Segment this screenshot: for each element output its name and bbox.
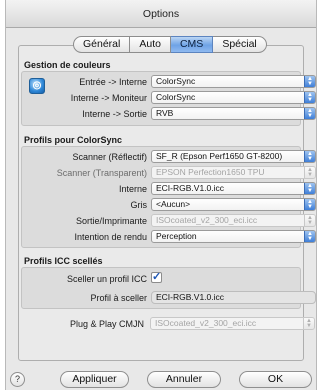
popup-value: EPSON Perfection1650 TPU <box>156 167 265 177</box>
popup-value: ISOcoated_v2_300_eci.icc <box>155 318 257 328</box>
popup-arrows-icon: ▲ ▼ <box>304 92 315 103</box>
popup-arrows-icon: ▲ ▼ <box>304 108 315 119</box>
popup-arrows-icon: ▲ ▼ <box>303 318 314 329</box>
popup-arrows-icon: ▲ ▼ <box>304 183 315 194</box>
popup-arrows-icon: ▲ ▼ <box>304 231 315 242</box>
profils-row-label: Sortie/Imprimante <box>75 216 147 226</box>
options-window: Options Général Auto CMS Spécial Gestion… <box>5 0 317 390</box>
profils-row-label: Interne <box>118 184 147 194</box>
window-title: Options <box>142 8 180 20</box>
interne-popup[interactable]: ECI-RGB.V1.0.icc ▲ ▼ <box>151 182 316 195</box>
entree-interne-popup[interactable]: ColorSync ▲ ▼ <box>151 75 316 88</box>
sortie-imprimante-popup: ISOcoated_v2_300_eci.icc ▲ ▼ <box>151 214 316 227</box>
popup-value: SF_R (Epson Perf1650 GT-8200) <box>156 151 283 161</box>
title-bar[interactable]: Options <box>6 0 316 28</box>
interne-moniteur-popup[interactable]: ColorSync ▲ ▼ <box>151 91 316 104</box>
tab-general[interactable]: Général <box>73 36 131 53</box>
profile-label: Profil à sceller <box>90 293 147 303</box>
scanner-reflectif-popup[interactable]: SF_R (Epson Perf1650 GT-8200) ▲ ▼ <box>151 150 316 163</box>
popup-arrows-icon: ▲ ▼ <box>304 167 315 178</box>
profils-row-label: Scanner (Transparent) <box>56 168 147 178</box>
plug-play-label: Plug & Play CMJN <box>69 319 144 329</box>
profile-field[interactable]: ECI-RGB.V1.0.icc <box>151 291 316 304</box>
tab-bar: Général Auto CMS Spécial <box>73 36 267 53</box>
gestion-row-label: Interne -> Moniteur <box>70 93 147 103</box>
icc-box: Sceller un profil ICC ✓ Profil à sceller… <box>21 267 316 309</box>
profils-row-label: Scanner (Réflectif) <box>72 152 147 162</box>
profils-box: Scanner (Réflectif) SF_R (Epson Perf1650… <box>21 146 316 248</box>
gestion-row-label: Interne -> Sortie <box>82 109 147 119</box>
popup-value: Perception <box>156 231 197 241</box>
ok-button[interactable]: OK <box>239 371 312 388</box>
gestion-section-title: Gestion de couleurs <box>24 60 111 70</box>
popup-value: RVB <box>156 108 174 118</box>
cancel-button[interactable]: Annuler <box>147 371 221 388</box>
gris-popup[interactable]: <Aucun> ▲ ▼ <box>151 198 316 211</box>
popup-arrows-icon: ▲ ▼ <box>304 151 315 162</box>
icc-section-title: Profils ICC scellés <box>24 256 103 266</box>
popup-value: ColorSync <box>156 92 196 102</box>
interne-sortie-popup[interactable]: RVB ▲ ▼ <box>151 107 316 120</box>
profils-row-label: Intention de rendu <box>74 232 147 242</box>
apply-button[interactable]: Appliquer <box>60 371 129 388</box>
popup-value: ECI-RGB.V1.0.icc <box>156 183 225 193</box>
gestion-box: ◎ Entrée -> Interne ColorSync ▲ ▼ Interne… <box>21 71 316 126</box>
scanner-transparent-popup: EPSON Perfection1650 TPU ▲ ▼ <box>151 166 316 179</box>
profils-section-title: Profils pour ColorSync <box>24 135 123 145</box>
popup-value: ColorSync <box>156 76 196 86</box>
cms-panel: Gestion de couleurs ◎ Entrée -> Interne … <box>18 45 316 361</box>
help-button[interactable]: ? <box>10 372 25 387</box>
intention-rendu-popup[interactable]: Perception ▲ ▼ <box>151 230 316 243</box>
tab-special[interactable]: Spécial <box>213 36 267 53</box>
seal-checkbox[interactable]: ✓ <box>151 272 162 283</box>
popup-arrows-icon: ▲ ▼ <box>304 199 315 210</box>
seal-label: Sceller un profil ICC <box>66 274 147 284</box>
popup-arrows-icon: ▲ ▼ <box>304 76 315 87</box>
plug-play-popup: ISOcoated_v2_300_eci.icc ▲ ▼ <box>150 317 315 330</box>
tab-cms[interactable]: CMS <box>170 36 214 53</box>
popup-arrows-icon: ▲ ▼ <box>304 215 315 226</box>
popup-value: <Aucun> <box>156 199 191 209</box>
gestion-row-label: Entrée -> Interne <box>79 77 147 87</box>
tab-auto[interactable]: Auto <box>130 36 171 53</box>
profils-row-label: Gris <box>130 200 148 210</box>
popup-value: ISOcoated_v2_300_eci.icc <box>156 215 258 225</box>
